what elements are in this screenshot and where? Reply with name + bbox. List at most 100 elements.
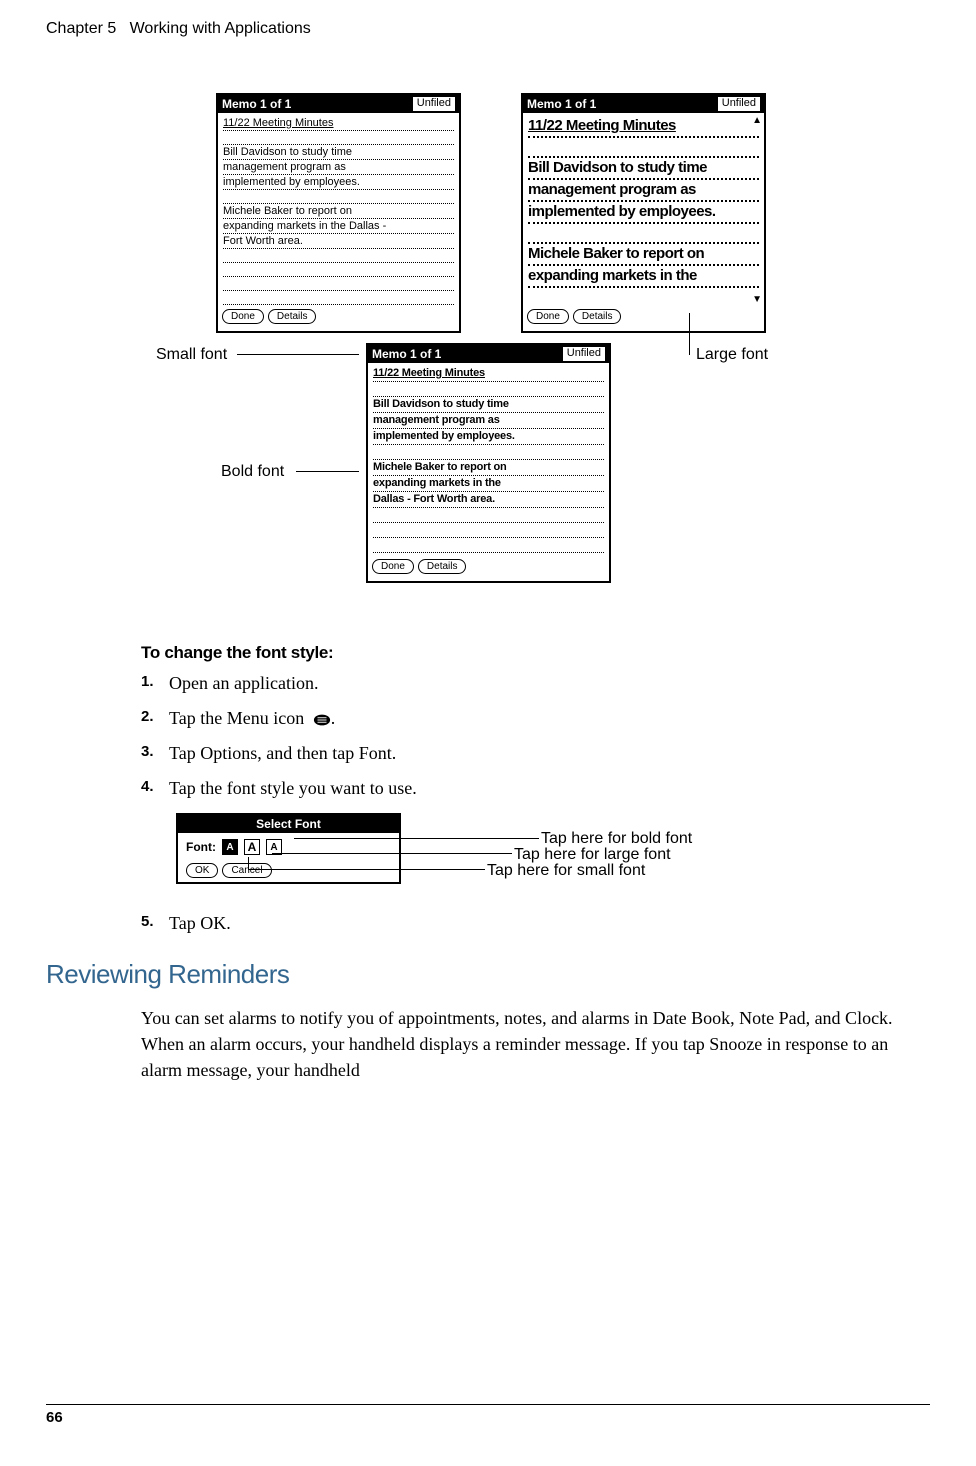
- memo-line: Michele Baker to report on: [223, 204, 454, 219]
- memo-line: implemented by employees.: [223, 175, 454, 190]
- callout-line: [237, 354, 359, 355]
- page-number: 66: [46, 1409, 63, 1426]
- step-2: 2. Tap the Menu icon .: [141, 708, 930, 729]
- callout-small: Tap here for small font: [487, 862, 645, 880]
- memo-category[interactable]: Unfiled: [413, 97, 455, 111]
- memo-line: [223, 131, 454, 145]
- memo-content: 11/22 Meeting Minutes Bill Davidson to s…: [368, 363, 609, 557]
- details-button[interactable]: Details: [268, 309, 317, 324]
- memo-line: [223, 291, 454, 305]
- memo-heading: 11/22 Meeting Minutes: [373, 366, 604, 382]
- font-examples-figure: Memo 1 of 1 Unfiled 11/22 Meeting Minute…: [141, 93, 930, 623]
- memo-line: management program as: [223, 160, 454, 175]
- memo-category[interactable]: Unfiled: [563, 347, 605, 361]
- memo-content: 11/22 Meeting Minutes Bill Davidson to s…: [218, 113, 459, 307]
- step-text-part: Tap the Menu icon: [169, 708, 309, 728]
- memo-line: [373, 538, 604, 553]
- step-text: Tap OK.: [169, 913, 231, 934]
- memo-line: Bill Davidson to study time: [373, 397, 604, 413]
- memo-line: [223, 249, 454, 263]
- details-button[interactable]: Details: [418, 559, 467, 574]
- section-heading: Reviewing Reminders: [46, 959, 930, 990]
- memo-content: ▲ 11/22 Meeting Minutes Bill Davidson to…: [523, 113, 764, 307]
- memo-line: implemented by employees.: [373, 429, 604, 445]
- memo-buttons: Done Details: [218, 307, 459, 326]
- details-button[interactable]: Details: [573, 309, 622, 324]
- memo-line: [528, 224, 759, 244]
- memo-screen-small: Memo 1 of 1 Unfiled 11/22 Meeting Minute…: [216, 93, 461, 333]
- page-header: Chapter 5 Working with Applications: [46, 20, 930, 38]
- memo-heading: 11/22 Meeting Minutes: [223, 116, 454, 131]
- callout-line: [689, 313, 690, 343]
- memo-line: [223, 190, 454, 204]
- callout-line: [296, 471, 359, 472]
- chapter-title: Working with Applications: [130, 20, 311, 37]
- callout-small-font: Small font: [156, 346, 227, 364]
- menu-icon: [313, 713, 331, 727]
- scroll-down-icon[interactable]: ▼: [752, 294, 762, 305]
- step-number: 1.: [141, 673, 169, 694]
- callout-line: [689, 343, 690, 355]
- select-font-dialog: Select Font Font: A A A OK Cancel: [176, 813, 401, 884]
- memo-heading: 11/22 Meeting Minutes: [528, 116, 759, 138]
- memo-line: Bill Davidson to study time: [528, 158, 759, 180]
- memo-line: [373, 382, 604, 397]
- memo-screen-large: Memo 1 of 1 Unfiled ▲ 11/22 Meeting Minu…: [521, 93, 766, 333]
- memo-line: [373, 523, 604, 538]
- step-text: Tap Options, and then tap Font.: [169, 743, 396, 764]
- instructions-cont: 5. Tap OK.: [141, 913, 930, 934]
- done-button[interactable]: Done: [222, 309, 264, 324]
- memo-titlebar: Memo 1 of 1 Unfiled: [368, 345, 609, 363]
- callout-bold-font: Bold font: [221, 463, 284, 481]
- memo-titlebar: Memo 1 of 1 Unfiled: [218, 95, 459, 113]
- step-text-part: .: [331, 708, 336, 728]
- dialog-buttons: OK Cancel: [178, 861, 399, 882]
- section-body: You can set alarms to notify you of appo…: [141, 1005, 930, 1083]
- memo-line: Fort Worth area.: [223, 234, 454, 249]
- memo-line: expanding markets in the: [528, 266, 759, 288]
- memo-title: Memo 1 of 1: [222, 97, 291, 111]
- step-text: Tap the Menu icon .: [169, 708, 335, 729]
- memo-buttons: Done Details: [523, 307, 764, 326]
- font-small-option[interactable]: A: [222, 839, 238, 855]
- memo-line: [373, 508, 604, 523]
- done-button[interactable]: Done: [372, 559, 414, 574]
- step-1: 1. Open an application.: [141, 673, 930, 694]
- step-text: Open an application.: [169, 673, 318, 694]
- memo-line: [223, 277, 454, 291]
- callout-line: [272, 853, 512, 854]
- memo-title: Memo 1 of 1: [527, 97, 596, 111]
- ok-button[interactable]: OK: [186, 863, 218, 878]
- memo-line: expanding markets in the: [373, 476, 604, 492]
- dialog-title: Select Font: [178, 815, 399, 833]
- memo-buttons: Done Details: [368, 557, 609, 576]
- step-5: 5. Tap OK.: [141, 913, 930, 934]
- font-large-option[interactable]: A: [244, 839, 260, 855]
- memo-line: implemented by employees.: [528, 202, 759, 224]
- memo-line: [528, 138, 759, 158]
- done-button[interactable]: Done: [527, 309, 569, 324]
- step-number: 5.: [141, 913, 169, 934]
- memo-line: Bill Davidson to study time: [223, 145, 454, 160]
- step-number: 2.: [141, 708, 169, 729]
- memo-line: management program as: [373, 413, 604, 429]
- font-label: Font:: [186, 840, 216, 854]
- scroll-up-icon[interactable]: ▲: [752, 115, 762, 126]
- callout-line: [248, 869, 485, 870]
- step-text: Tap the font style you want to use.: [169, 778, 417, 799]
- memo-line: Michele Baker to report on: [528, 244, 759, 266]
- memo-titlebar: Memo 1 of 1 Unfiled: [523, 95, 764, 113]
- callout-line: [248, 857, 249, 869]
- step-number: 4.: [141, 778, 169, 799]
- callout-large-font: Large font: [696, 346, 768, 364]
- memo-category[interactable]: Unfiled: [718, 97, 760, 111]
- memo-screen-bold: Memo 1 of 1 Unfiled 11/22 Meeting Minute…: [366, 343, 611, 583]
- chapter-label: Chapter 5: [46, 20, 116, 37]
- memo-line: Michele Baker to report on: [373, 460, 604, 476]
- step-number: 3.: [141, 743, 169, 764]
- memo-title: Memo 1 of 1: [372, 347, 441, 361]
- select-font-figure: Select Font Font: A A A OK Cancel Tap he…: [176, 813, 930, 903]
- step-3: 3. Tap Options, and then tap Font.: [141, 743, 930, 764]
- callout-line: [294, 838, 539, 839]
- memo-line: [373, 445, 604, 460]
